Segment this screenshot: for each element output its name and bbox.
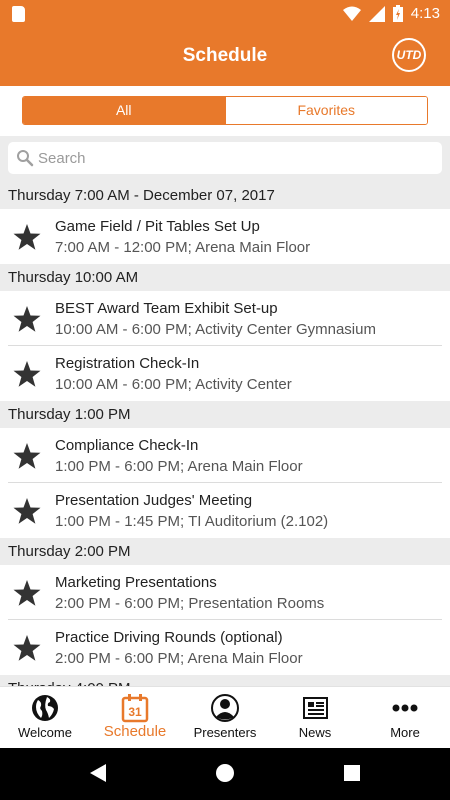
search-box [8, 142, 442, 174]
status-bar: 4:13 [0, 0, 450, 28]
search-bar [0, 136, 450, 182]
tab-schedule[interactable]: 31 Schedule [90, 687, 180, 748]
battery-icon [392, 5, 403, 22]
search-icon [17, 150, 34, 167]
star-icon[interactable] [12, 633, 42, 663]
tab-label: Welcome [18, 725, 72, 740]
event-time-location: 10:00 AM - 6:00 PM; Activity Center [55, 376, 292, 393]
event-title: Practice Driving Rounds (optional) [55, 629, 283, 646]
wifi-icon [342, 6, 361, 21]
event-time-location: 1:00 PM - 1:45 PM; TI Auditorium (2.102) [55, 513, 329, 530]
event-title: Compliance Check-In [55, 437, 199, 454]
event-time-location: 2:00 PM - 6:00 PM; Arena Main Floor [55, 650, 303, 667]
star-icon[interactable] [12, 578, 42, 608]
list-item[interactable]: Presentation Judges' Meeting 1:00 PM - 1… [0, 483, 450, 538]
tab-presenters[interactable]: Presenters [180, 687, 270, 748]
event-title: Game Field / Pit Tables Set Up [55, 218, 260, 235]
person-icon [211, 694, 239, 722]
signal-icon [368, 5, 385, 22]
event-title: BEST Award Team Exhibit Set-up [55, 300, 278, 317]
bottom-tab-bar: Welcome 31 Schedule Presenters News More [0, 686, 450, 748]
tab-label: Schedule [103, 723, 167, 740]
list-item[interactable]: BEST Award Team Exhibit Set-up 10:00 AM … [0, 291, 450, 346]
list-item[interactable]: Registration Check-In 10:00 AM - 6:00 PM… [0, 346, 450, 401]
sd-card-icon [12, 6, 25, 22]
star-icon[interactable] [12, 359, 42, 389]
section-header: Thursday 1:00 PM [0, 401, 450, 428]
recents-icon[interactable] [342, 762, 362, 784]
home-icon[interactable] [215, 762, 235, 784]
tab-label: Presenters [193, 725, 257, 740]
app-bar: Schedule UTD [0, 28, 450, 86]
filter-bar: All Favorites [0, 86, 450, 136]
event-title: Marketing Presentations [55, 574, 217, 591]
list-item[interactable]: Marketing Presentations 2:00 PM - 6:00 P… [0, 565, 450, 620]
back-icon[interactable] [88, 762, 108, 784]
utd-logo[interactable]: UTD [392, 38, 426, 72]
event-title: Registration Check-In [55, 355, 200, 372]
globe-icon [32, 695, 58, 721]
tab-all[interactable]: All [23, 97, 225, 124]
tab-more[interactable]: More [360, 687, 450, 748]
star-icon[interactable] [12, 496, 42, 526]
calendar-day: 31 [128, 705, 142, 719]
star-icon[interactable] [12, 304, 42, 334]
tab-welcome[interactable]: Welcome [0, 687, 90, 748]
section-header: Thursday 7:00 AM - December 07, 2017 [0, 182, 450, 209]
tab-label: More [390, 725, 420, 740]
star-icon[interactable] [12, 441, 42, 471]
event-time-location: 10:00 AM - 6:00 PM; Activity Center Gymn… [55, 321, 376, 338]
filter-segmented-control: All Favorites [22, 96, 428, 125]
event-time-location: 7:00 AM - 12:00 PM; Arena Main Floor [55, 239, 311, 256]
section-header: Thursday 4:00 PM [0, 675, 450, 686]
system-nav-bar [0, 748, 450, 800]
section-header: Thursday 10:00 AM [0, 264, 450, 291]
newspaper-icon [303, 697, 328, 719]
list-item[interactable]: Game Field / Pit Tables Set Up 7:00 AM -… [0, 209, 450, 264]
page-title: Schedule [182, 45, 268, 66]
star-icon[interactable] [12, 222, 42, 252]
clock-time: 4:13 [410, 5, 440, 22]
section-header: Thursday 2:00 PM [0, 538, 450, 565]
tab-favorites[interactable]: Favorites [224, 97, 427, 124]
event-time-location: 1:00 PM - 6:00 PM; Arena Main Floor [55, 458, 303, 475]
event-time-location: 2:00 PM - 6:00 PM; Presentation Rooms [55, 595, 325, 612]
list-item[interactable]: Compliance Check-In 1:00 PM - 6:00 PM; A… [0, 428, 450, 483]
event-title: Presentation Judges' Meeting [55, 492, 253, 509]
schedule-list[interactable]: Thursday 7:00 AM - December 07, 2017 Gam… [0, 182, 450, 686]
tab-news[interactable]: News [270, 687, 360, 748]
calendar-icon: 31 [121, 694, 149, 723]
tab-label: News [298, 725, 332, 740]
more-dots-icon [392, 704, 418, 712]
list-item[interactable]: Practice Driving Rounds (optional) 2:00 … [0, 620, 450, 675]
search-input[interactable] [38, 149, 418, 167]
